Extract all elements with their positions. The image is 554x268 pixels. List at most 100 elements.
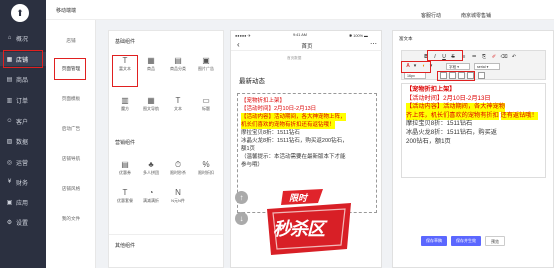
- settings-icon: ⚙: [6, 219, 13, 226]
- underline-button[interactable]: U: [440, 53, 448, 61]
- help-link[interactable]: 客服行动: [421, 12, 441, 19]
- select-value: 16px: [407, 74, 415, 78]
- chevron-down-icon[interactable]: ▾: [427, 62, 435, 70]
- section-title-other: 其他组件: [115, 243, 136, 249]
- nav-item-operations[interactable]: ◎ 运营: [0, 155, 46, 169]
- bold-button[interactable]: B: [422, 53, 430, 61]
- move-down-icon[interactable]: ↓: [235, 212, 248, 225]
- text-line: 【活动时间】2月10日-2月13日: [241, 106, 317, 112]
- cube-icon: ▥: [121, 96, 129, 105]
- align-right-icon[interactable]: [458, 72, 465, 79]
- component-image-nav[interactable]: ▦ 图文导航: [141, 95, 161, 117]
- component-label: 优惠券: [119, 170, 131, 175]
- divider: [109, 234, 223, 235]
- chevron-down-icon[interactable]: ▾: [411, 62, 419, 70]
- nav-item-goods[interactable]: ▤ 商品: [0, 72, 46, 86]
- component-coupon[interactable]: ▤ 优惠券: [115, 159, 135, 181]
- sub-nav-item[interactable]: 页面模板: [50, 92, 92, 106]
- font-name-select[interactable]: serial ▾: [474, 63, 500, 70]
- component-label: 满减满折: [143, 198, 159, 203]
- sub-nav-item[interactable]: 店铺风格: [50, 182, 92, 196]
- nav-item-label: 店铺: [16, 57, 29, 64]
- nav-item-store[interactable]: ▦ 店铺: [0, 52, 46, 66]
- sub-nav-item[interactable]: 店铺: [50, 34, 92, 48]
- app-logo-icon[interactable]: ⬆: [11, 4, 29, 22]
- indent-icon[interactable]: [478, 72, 485, 79]
- promo-main-text: 秒杀区: [273, 219, 325, 239]
- component-text[interactable]: T 文本: [168, 95, 188, 117]
- component-goods-category[interactable]: ▤ 商品分类: [168, 55, 188, 77]
- nav-item-apps[interactable]: ▣ 应用: [0, 195, 46, 209]
- nav-item-overview[interactable]: ⌂ 概况: [0, 31, 46, 45]
- top-bar: 移动端端 客服行动 南京城零售铺: [46, 0, 554, 20]
- phone-title: 首页: [301, 44, 313, 50]
- component-flash-sale[interactable]: ⏱ 限时秒杀: [168, 159, 188, 181]
- more-icon[interactable]: ⋯: [370, 40, 377, 48]
- component-cube[interactable]: ▥ 魔方: [115, 95, 135, 117]
- content-line: 摩拉宝贝8折：1511钻石: [406, 120, 473, 128]
- ordered-list-icon[interactable]: ≡: [460, 53, 468, 61]
- component-label: 标题: [202, 106, 210, 111]
- pen-icon[interactable]: ✐: [490, 53, 498, 61]
- component-bundle[interactable]: T 优惠套餐: [115, 187, 135, 209]
- component-group-buy[interactable]: ♣ 多人拼团: [141, 159, 161, 181]
- nav-item-label: 数据: [16, 139, 29, 146]
- sub-nav-item[interactable]: 我的文件: [50, 212, 92, 226]
- operations-icon: ◎: [6, 159, 13, 166]
- grid-icon: ▦: [147, 56, 155, 65]
- main-nav: ⬆ ⌂ 概况 ▦ 店铺 ▤ 商品 ▥ 订单 ☺ 客户 ▨ 数据 ◎ 运营 ¥ 财务 ▣ 应用 ⚙ 设…: [0, 0, 46, 268]
- component-full-reduction[interactable]: ◔ 满减满折: [141, 187, 161, 209]
- select-value: serial: [477, 65, 486, 69]
- nav-item-customers[interactable]: ☺ 客户: [0, 114, 46, 128]
- image-icon: ▣: [202, 56, 210, 65]
- customer-icon: ☺: [6, 118, 13, 124]
- nav-item-orders[interactable]: ▥ 订单: [0, 93, 46, 107]
- align-center-icon[interactable]: [449, 72, 456, 79]
- content-line: 冰晶火龙8折：1511钻石，购买返: [406, 128, 497, 136]
- text-line: 机长们喜欢的宠物有折扣还有返钻哦！: [241, 121, 335, 129]
- component-label: 多人拼团: [143, 170, 159, 175]
- coupon-icon: ▤: [121, 160, 129, 169]
- save-draft-button[interactable]: 保存草稿: [421, 236, 447, 246]
- undo-icon[interactable]: ↶: [510, 53, 518, 61]
- text-line: （温馨提示：本活动需要在最新版本下才能: [241, 154, 346, 160]
- image-nav-icon: ▦: [147, 96, 155, 105]
- sub-nav-item[interactable]: 启动广告: [50, 122, 92, 136]
- component-time-discount[interactable]: % 限时折扣: [196, 159, 216, 181]
- nav-item-finance[interactable]: ¥ 财务: [0, 175, 46, 189]
- nav-item-label: 设置: [16, 220, 29, 227]
- component-image-ad[interactable]: ▣ 图片广告: [196, 55, 216, 77]
- component-heading[interactable]: ▭ 标题: [196, 95, 216, 117]
- editor-content-area[interactable]: 【宠物折扣上架】 【活动时间】2月10日-2月13日 【活动内容】活动期间，各大…: [401, 83, 546, 178]
- section-title-marketing: 营销组件: [115, 140, 136, 146]
- component-goods[interactable]: ▦ 商品: [141, 55, 161, 77]
- move-up-icon[interactable]: ↑: [235, 191, 248, 204]
- font-family-select[interactable]: 字段 ▾: [446, 63, 470, 70]
- copy-icon[interactable]: ⎘: [480, 53, 488, 61]
- sub-nav-item[interactable]: 店铺导航: [50, 152, 92, 166]
- component-label: 限时秒杀: [170, 170, 186, 175]
- save-publish-button[interactable]: 保存并生效: [451, 236, 481, 246]
- promo-banner: 限时 秒杀区: [263, 189, 353, 259]
- content-line: 【活动时间】2月10日-2月13日: [406, 94, 491, 102]
- phone-header: ‹ 首页 ⋯: [231, 39, 383, 51]
- component-label: N元N件: [171, 198, 185, 203]
- home-icon: ⌂: [7, 35, 12, 41]
- heading-icon: ▭: [202, 96, 210, 105]
- nav-item-data[interactable]: ▨ 数据: [0, 134, 46, 148]
- clear-format-icon[interactable]: ⌫: [500, 53, 508, 61]
- align-justify-icon[interactable]: [467, 72, 474, 79]
- nav-item-settings[interactable]: ⚙ 设置: [0, 215, 46, 229]
- strike-button[interactable]: S: [449, 53, 457, 61]
- user-menu[interactable]: 南京城零售铺: [461, 12, 491, 19]
- sub-nav-item-page-manage[interactable]: 页面管理: [50, 62, 92, 76]
- preview-button[interactable]: 预览: [485, 236, 505, 246]
- order-icon: ▥: [6, 97, 13, 104]
- component-label: 限时折扣: [198, 170, 214, 175]
- component-rich-text[interactable]: T 富文本: [115, 55, 135, 77]
- component-n-yuan-n-items[interactable]: N N元N件: [168, 187, 188, 209]
- unordered-list-icon[interactable]: ≔: [470, 53, 478, 61]
- font-size-select[interactable]: 16px: [404, 72, 426, 79]
- italic-button[interactable]: I: [431, 53, 439, 61]
- align-left-icon[interactable]: [440, 72, 447, 79]
